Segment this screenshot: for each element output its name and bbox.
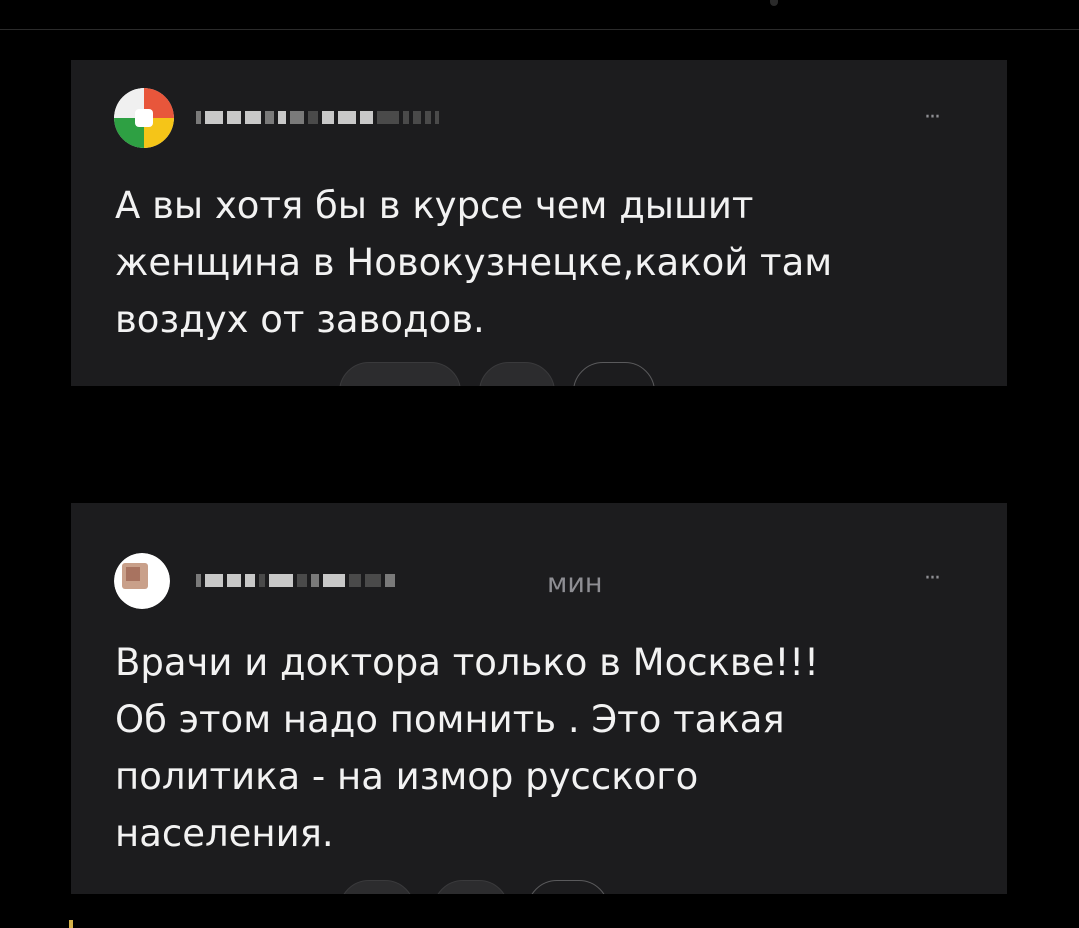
comment-time: мин: [547, 568, 603, 599]
avatar[interactable]: [114, 553, 170, 609]
dislike-button[interactable]: [479, 362, 555, 386]
like-button[interactable]: [339, 880, 415, 894]
avatar-photo-icon: [114, 553, 170, 609]
more-options-icon[interactable]: ···: [924, 568, 941, 590]
avatar-logo-icon: [114, 88, 174, 148]
top-indicator: [770, 0, 778, 6]
comment-text: Врачи и доктора только в Москве!!! Об эт…: [115, 641, 819, 855]
comment-text: А вы хотя бы в курсе чем дышит женщина в…: [115, 184, 833, 341]
reply-button[interactable]: [573, 362, 655, 386]
bottom-indicator: [69, 920, 73, 928]
more-options-icon[interactable]: ···: [924, 107, 941, 129]
avatar[interactable]: [114, 88, 174, 148]
reaction-bar: [339, 880, 609, 894]
author-name-blurred[interactable]: [196, 569, 395, 591]
top-divider: [0, 29, 1079, 30]
comment-card: мин ··· Врачи и доктора только в Москве!…: [71, 503, 1007, 894]
comment-card: ··· А вы хотя бы в курсе чем дышит женщи…: [71, 60, 1007, 386]
dislike-button[interactable]: [433, 880, 509, 894]
author-name-blurred[interactable]: [196, 106, 439, 128]
reply-button[interactable]: [527, 880, 609, 894]
reaction-bar: [339, 362, 655, 386]
like-button[interactable]: [339, 362, 461, 386]
